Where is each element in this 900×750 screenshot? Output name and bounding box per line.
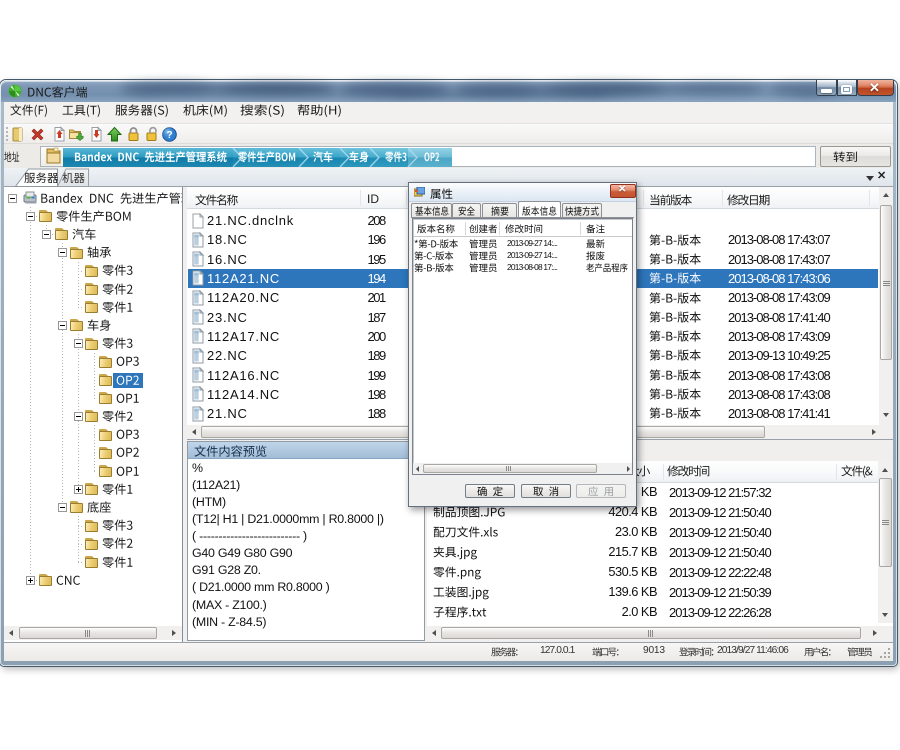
svg-text:?: ? [166, 130, 172, 141]
